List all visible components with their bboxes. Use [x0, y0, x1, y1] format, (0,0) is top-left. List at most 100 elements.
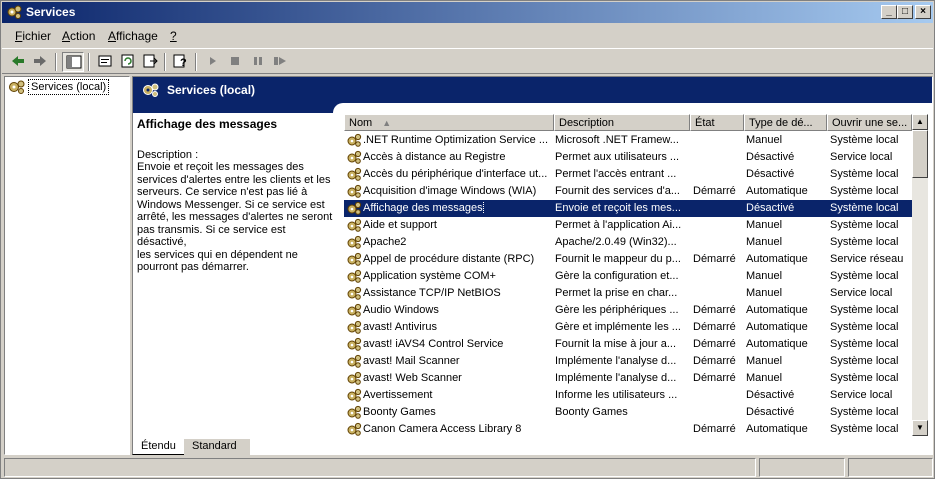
scroll-thumb[interactable] [912, 130, 928, 178]
column-header-description[interactable]: Description [554, 114, 690, 131]
description-label: Description : [137, 149, 199, 161]
service-logon-account: Service local [830, 287, 893, 299]
service-row[interactable]: Accès du périphérique d'interface ut... P… [344, 166, 914, 183]
service-logon-account: Service réseau [830, 253, 904, 265]
help-button[interactable]: ? [170, 52, 192, 72]
service-row[interactable]: Assistance TCP/IP NetBIOS Permet la prise… [344, 285, 914, 302]
menu-affichage[interactable]: Affichage [108, 29, 158, 43]
start-service-button[interactable] [202, 52, 224, 72]
tab-etendu[interactable]: Étendu [132, 439, 184, 455]
service-description: Apache/2.0.49 (Win32)... [555, 236, 677, 248]
service-logon-account: Système local [830, 202, 899, 214]
service-description: Informe les utilisateurs ... [555, 389, 678, 401]
column-header-logon-as[interactable]: Ouvrir une se... [827, 114, 912, 131]
service-row[interactable]: Application système COM+ Gère la configur… [344, 268, 914, 285]
service-row[interactable]: Affichage des messages Envoie et reçoit l… [344, 200, 914, 217]
tab-standard[interactable]: Standard [184, 439, 250, 455]
service-row[interactable]: avast! Antivirus Gère et implémente les .… [344, 319, 914, 336]
service-gear-icon [346, 422, 362, 440]
status-bar [4, 458, 933, 477]
scroll-down-button[interactable]: ▼ [912, 420, 928, 436]
services-window: Services _ □ × Fichier Action Affichage … [0, 0, 935, 479]
service-state: Démarré [693, 253, 736, 265]
service-row[interactable]: avast! Mail Scanner Implémente l'analyse … [344, 353, 914, 370]
service-name: Accès du périphérique d'interface ut... [363, 168, 548, 180]
service-startup-type: Manuel [746, 236, 783, 248]
service-startup-type: Automatique [746, 423, 808, 435]
service-startup-type: Automatique [746, 321, 808, 333]
service-description: Microsoft .NET Framew... [555, 134, 679, 146]
service-row[interactable]: Accès à distance au Registre Permet aux u… [344, 149, 914, 166]
column-header-state[interactable]: État [690, 114, 744, 131]
service-startup-type: Automatique [746, 304, 808, 316]
toolbar-separator [88, 53, 90, 71]
service-logon-account: Système local [830, 236, 899, 248]
services-gear-icon [141, 82, 161, 101]
service-description: Gère et implémente les ... [555, 321, 681, 333]
service-row[interactable]: Canon Camera Access Library 8 Démarré Auto… [344, 421, 914, 438]
service-row[interactable]: Acquisition d'image Windows (WIA) Fournit… [344, 183, 914, 200]
menu-fichier[interactable]: Fichier [15, 29, 51, 43]
service-startup-type: Automatique [746, 253, 808, 265]
maximize-button[interactable]: □ [897, 5, 913, 19]
service-row[interactable]: .NET Runtime Optimization Service ... Mic… [344, 132, 914, 149]
restart-service-button[interactable] [269, 52, 291, 72]
service-description: Fournit des services d'a... [555, 185, 680, 197]
show-hide-tree-button[interactable] [62, 52, 84, 72]
service-startup-type: Automatique [746, 185, 808, 197]
export-list-button[interactable] [139, 52, 161, 72]
column-header-startup-type[interactable]: Type de dé... [744, 114, 827, 131]
service-name: Assistance TCP/IP NetBIOS [363, 287, 501, 299]
title-bar[interactable]: Services _ □ × [2, 2, 933, 23]
scroll-up-button[interactable]: ▲ [912, 114, 928, 130]
service-logon-account: Système local [830, 304, 899, 316]
service-logon-account: Système local [830, 219, 899, 231]
back-button[interactable] [7, 52, 29, 72]
service-row[interactable]: Aide et support Permet à l'application Ai… [344, 217, 914, 234]
service-logon-account: Système local [830, 406, 899, 418]
service-row[interactable]: Audio Windows Gère les périphériques ... D… [344, 302, 914, 319]
forward-arrow-icon [34, 56, 46, 66]
menu-help[interactable]: ? [170, 29, 177, 43]
pause-service-button[interactable] [247, 52, 269, 72]
minimize-button[interactable]: _ [881, 5, 897, 19]
window-title: Services [26, 5, 76, 19]
forward-button[interactable] [29, 52, 51, 72]
service-name: Affichage des messages [363, 202, 484, 214]
service-row[interactable]: Boonty Games Boonty Games Désactivé Système… [344, 404, 914, 421]
services-gear-icon [6, 5, 22, 20]
service-row[interactable]: avast! Web Scanner Implémente l'analyse d… [344, 370, 914, 387]
close-button[interactable]: × [915, 5, 931, 19]
service-description: Gère la configuration et... [555, 270, 679, 282]
service-name: Aide et support [363, 219, 437, 231]
properties-icon [98, 55, 112, 67]
sort-ascending-icon: ▲ [382, 118, 392, 128]
banner-decoration [133, 103, 932, 113]
service-name: avast! Mail Scanner [363, 355, 460, 367]
service-row[interactable]: Avertissement Informe les utilisateurs ..… [344, 387, 914, 404]
service-name: Canon Camera Access Library 8 [363, 423, 522, 435]
service-startup-type: Automatique [746, 338, 808, 350]
service-row[interactable]: Apache2 Apache/2.0.49 (Win32)... Manuel Sys… [344, 234, 914, 251]
service-description: Implémente l'analyse d... [555, 372, 677, 384]
service-startup-type: Désactivé [746, 389, 795, 401]
service-name: Appel de procédure distante (RPC) [363, 253, 535, 265]
service-logon-account: Système local [830, 168, 899, 180]
stop-service-button[interactable] [224, 52, 246, 72]
service-name: Apache2 [363, 236, 407, 248]
properties-button[interactable] [94, 52, 116, 72]
service-startup-type: Désactivé [746, 406, 795, 418]
service-logon-account: Système local [830, 372, 899, 384]
column-header-name[interactable]: Nom ▲ [344, 114, 554, 131]
vertical-scrollbar[interactable]: ▲ ▼ [912, 114, 928, 436]
service-state: Démarré [693, 338, 736, 350]
service-row[interactable]: avast! iAVS4 Control Service Fournit la m… [344, 336, 914, 353]
service-row[interactable]: Appel de procédure distante (RPC) Fournit… [344, 251, 914, 268]
service-description: Fournit la mise à jour a... [555, 338, 677, 350]
toolbar-separator [164, 53, 166, 71]
services-list[interactable]: Nom ▲ Description État Type de dé... Ouvr… [344, 114, 928, 436]
toolbar-separator [55, 53, 57, 71]
menu-action[interactable]: Action [62, 29, 95, 43]
service-state: Démarré [693, 304, 736, 316]
refresh-button[interactable] [117, 52, 139, 72]
